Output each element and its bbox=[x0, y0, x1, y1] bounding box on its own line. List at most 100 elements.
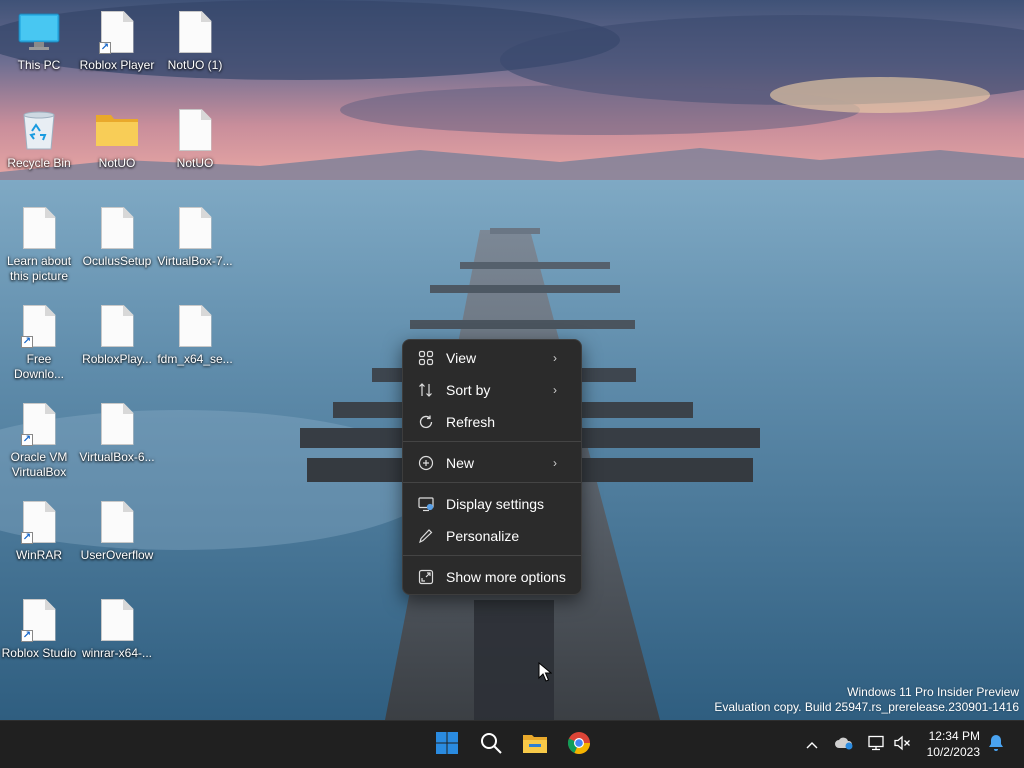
desktop-icon[interactable]: Learn about this picture bbox=[0, 196, 78, 292]
chevron-right-icon: › bbox=[553, 456, 557, 470]
onedrive-button[interactable] bbox=[832, 733, 856, 757]
desktop-icon[interactable]: Recycle Bin bbox=[0, 98, 78, 194]
menu-item-display-settings[interactable]: Display settings bbox=[407, 489, 577, 519]
desktop-icon[interactable]: fdm_x64_se... bbox=[156, 294, 234, 390]
start-icon bbox=[435, 731, 459, 760]
menu-item-view[interactable]: View › bbox=[407, 343, 577, 373]
menu-label-personalize: Personalize bbox=[446, 528, 520, 544]
recycle-bin-icon bbox=[15, 106, 63, 154]
document-icon: ↗ bbox=[93, 8, 141, 56]
desktop-icon-label: Free Downlo... bbox=[13, 352, 65, 381]
desktop-icon[interactable]: This PC bbox=[0, 0, 78, 96]
shortcut-arrow-icon: ↗ bbox=[21, 630, 33, 642]
document-icon bbox=[93, 302, 141, 350]
desktop-icon-label: RobloxPlay... bbox=[82, 352, 152, 366]
menu-item-show-more-options[interactable]: Show more options bbox=[407, 562, 577, 592]
chevron-right-icon: › bbox=[553, 351, 557, 365]
document-icon: ↗ bbox=[15, 596, 63, 644]
taskbar: 12:34 PM 10/2/2023 bbox=[0, 720, 1024, 768]
desktop-icon[interactable]: UserOverflow bbox=[78, 490, 156, 586]
document-icon bbox=[15, 204, 63, 252]
desktop-icon[interactable]: NotUO bbox=[78, 98, 156, 194]
pc-icon bbox=[15, 8, 63, 56]
desktop-icon[interactable]: NotUO (1) bbox=[156, 0, 234, 96]
show-hidden-icons-button[interactable] bbox=[800, 733, 824, 757]
desktop-icon-label: NotUO bbox=[98, 156, 136, 170]
clock-date: 10/2/2023 bbox=[926, 745, 980, 759]
watermark-edition: Windows 11 Pro Insider Preview bbox=[847, 685, 1019, 699]
desktop-icon-label: Oracle VM VirtualBox bbox=[10, 450, 68, 479]
sort-icon bbox=[417, 381, 435, 399]
search-button[interactable] bbox=[471, 725, 511, 765]
desktop-icon[interactable]: OculusSetup bbox=[78, 196, 156, 292]
desktop-icon-label: Recycle Bin bbox=[7, 156, 71, 170]
desktop-icon[interactable]: RobloxPlay... bbox=[78, 294, 156, 390]
desktop-icon-label: VirtualBox-6... bbox=[79, 450, 155, 464]
desktop-icon[interactable]: ↗ WinRAR bbox=[0, 490, 78, 586]
menu-item-sort-by[interactable]: Sort by › bbox=[407, 375, 577, 405]
pen-icon bbox=[417, 527, 435, 545]
evaluation-watermark: Windows 11 Pro Insider Preview Evaluatio… bbox=[714, 685, 1019, 715]
shortcut-arrow-icon: ↗ bbox=[99, 42, 111, 54]
desktop-icon-label: winrar-x64-... bbox=[81, 646, 152, 660]
notification-button[interactable] bbox=[984, 733, 1008, 757]
desktop-icon[interactable]: NotUO bbox=[156, 98, 234, 194]
watermark-build: Evaluation copy. Build 25947.rs_prerelea… bbox=[714, 700, 1019, 714]
document-icon bbox=[93, 204, 141, 252]
network-button[interactable] bbox=[864, 733, 888, 757]
shortcut-arrow-icon: ↗ bbox=[21, 434, 33, 446]
search-icon bbox=[479, 731, 503, 760]
desktop-icon-label: UserOverflow bbox=[80, 548, 154, 562]
chevron-up-icon bbox=[806, 736, 818, 754]
desktop-icon[interactable]: ↗ Roblox Player bbox=[78, 0, 156, 96]
refresh-icon bbox=[417, 413, 435, 431]
volume-muted-icon bbox=[893, 735, 911, 756]
desktop-icon[interactable]: ↗ Oracle VM VirtualBox bbox=[0, 392, 78, 488]
menu-separator bbox=[403, 482, 581, 483]
document-icon: ↗ bbox=[15, 400, 63, 448]
mouse-cursor-icon bbox=[538, 661, 553, 687]
display-settings-icon bbox=[417, 495, 435, 513]
new-plus-icon bbox=[417, 454, 435, 472]
desktop-icon[interactable]: VirtualBox-6... bbox=[78, 392, 156, 488]
shortcut-arrow-icon: ↗ bbox=[21, 336, 33, 348]
menu-label-show-more-options: Show more options bbox=[446, 569, 566, 585]
desktop-icon[interactable]: ↗ Free Downlo... bbox=[0, 294, 78, 390]
network-icon bbox=[867, 735, 885, 756]
clock[interactable]: 12:34 PM 10/2/2023 bbox=[927, 728, 980, 760]
menu-label-new: New bbox=[446, 455, 475, 471]
desktop-icon-label: fdm_x64_se... bbox=[157, 352, 233, 366]
folder-icon bbox=[93, 106, 141, 154]
desktop-icon-label: OculusSetup bbox=[82, 254, 152, 268]
desktop-icon-label: NotUO bbox=[176, 156, 214, 170]
menu-item-personalize[interactable]: Personalize bbox=[407, 521, 577, 551]
desktop-icon-label: NotUO (1) bbox=[167, 58, 223, 72]
desktop-icon-label: Learn about this picture bbox=[6, 254, 72, 283]
desktop-icon-label: Roblox Player bbox=[79, 58, 155, 72]
desktop-icon[interactable]: VirtualBox-7... bbox=[156, 196, 234, 292]
document-icon bbox=[171, 8, 219, 56]
chevron-right-icon: › bbox=[553, 383, 557, 397]
menu-label-view: View bbox=[446, 350, 477, 366]
document-icon bbox=[93, 400, 141, 448]
desktop-icon-label: This PC bbox=[17, 58, 61, 72]
document-icon: ↗ bbox=[15, 302, 63, 350]
menu-item-refresh[interactable]: Refresh bbox=[407, 407, 577, 437]
document-icon bbox=[93, 498, 141, 546]
start-button[interactable] bbox=[427, 725, 467, 765]
menu-separator bbox=[403, 441, 581, 442]
desktop-icon[interactable]: winrar-x64-... bbox=[78, 588, 156, 684]
desktop-icon-label: Roblox Studio bbox=[1, 646, 77, 660]
menu-separator bbox=[403, 555, 581, 556]
menu-label-display-settings: Display settings bbox=[446, 496, 545, 512]
desktop-icon[interactable]: ↗ Roblox Studio bbox=[0, 588, 78, 684]
menu-item-new[interactable]: New › bbox=[407, 448, 577, 478]
chrome-button[interactable] bbox=[559, 725, 599, 765]
document-icon bbox=[171, 204, 219, 252]
view-grid-icon bbox=[417, 349, 435, 367]
volume-button[interactable] bbox=[890, 733, 914, 757]
desktop-icon-label: VirtualBox-7... bbox=[157, 254, 233, 268]
file-explorer-icon bbox=[522, 732, 548, 759]
file-explorer-button[interactable] bbox=[515, 725, 555, 765]
notification-bell-icon bbox=[988, 734, 1004, 757]
